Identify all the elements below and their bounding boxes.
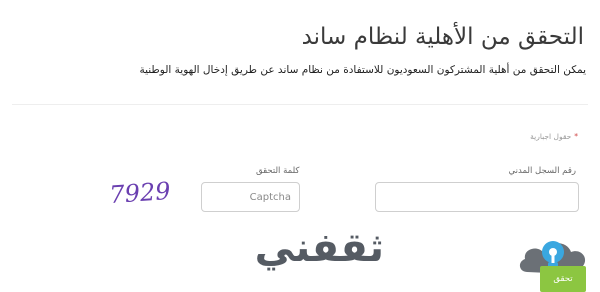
national-id-label: رقم السجل المدني xyxy=(508,166,576,176)
national-id-input[interactable] xyxy=(375,182,579,212)
captcha-input[interactable] xyxy=(201,182,300,212)
page-title: التحقق من الأهلية لنظام ساند xyxy=(301,24,584,50)
required-star: * xyxy=(574,132,578,141)
captcha-image-text: 7929 xyxy=(108,177,171,209)
divider xyxy=(12,104,588,105)
required-note-text: حقول اجبارية xyxy=(530,132,572,141)
watermark-text: ثقفني xyxy=(254,225,384,271)
captcha-label: كلمة التحقق xyxy=(256,166,300,176)
verify-button[interactable]: تحقق xyxy=(540,266,586,292)
captcha-image: 7929 xyxy=(108,177,171,209)
required-fields-note: *حقول اجبارية xyxy=(530,132,578,141)
page-description: يمكن التحقق من أهلية المشتركون السعوديون… xyxy=(139,64,586,76)
